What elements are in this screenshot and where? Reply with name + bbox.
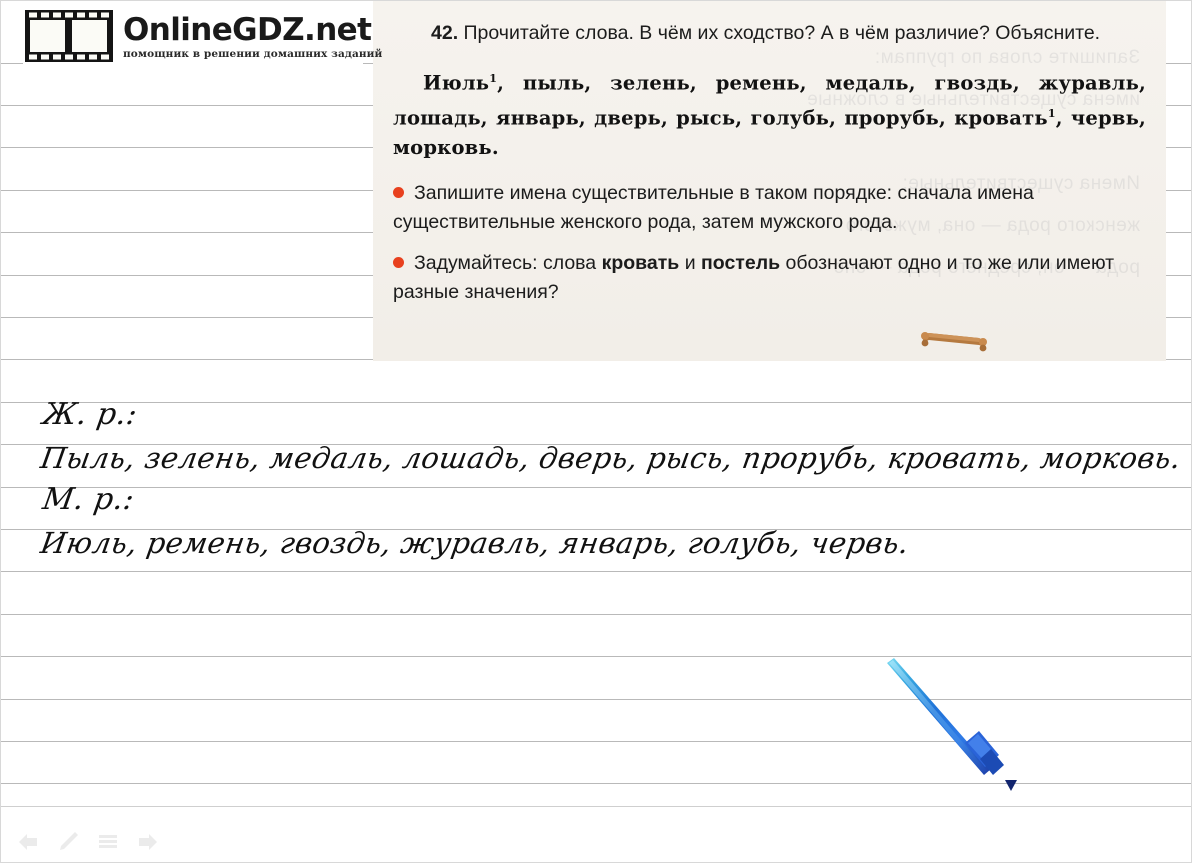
- bottom-toolbar[interactable]: [15, 827, 161, 857]
- rule-line: [1, 402, 1191, 403]
- exercise-task-bullet-1: Запишите имена существительные в таком п…: [393, 179, 1146, 237]
- prev-arrow-icon[interactable]: [15, 829, 41, 855]
- exercise-prompt-paragraph: 42. Прочитайте слова. В чём их сходство?…: [393, 19, 1146, 48]
- task-2-bold-word-1: кровать: [601, 252, 680, 274]
- answer-masculine-words: Июль, ремень, гвоздь, журавль, январь, г…: [38, 526, 912, 560]
- exercise-task-bullet-2: Задумайтесь: слова кровать и постель обо…: [393, 249, 1146, 307]
- rule-line: [1, 487, 1191, 488]
- logo-text-block: OnlineGDZ.net помощник в решении домашни…: [123, 13, 382, 60]
- task-2-text-before: Задумайтесь: слова: [414, 252, 602, 274]
- red-dot-bullet-icon: [393, 187, 404, 198]
- pencil-icon[interactable]: [55, 829, 81, 855]
- rule-line: [1, 656, 1191, 657]
- wooden-bed-illustration: [921, 332, 987, 352]
- rule-line: [1, 783, 1191, 784]
- next-arrow-icon[interactable]: [135, 829, 161, 855]
- exercise-word-list: Июль1, пыль, зелень, ремень, медаль, гво…: [393, 71, 1146, 160]
- rule-line: [1, 529, 1191, 530]
- rule-line: [1, 699, 1191, 700]
- film-strip-icon: [25, 10, 113, 62]
- page-caret-marker: [1005, 780, 1017, 791]
- rule-line: [1, 444, 1191, 445]
- rule-line: [1, 614, 1191, 615]
- excerpt-content: 42. Прочитайте слова. В чём их сходство?…: [393, 19, 1146, 307]
- task-2-bold-word-2: постель: [701, 252, 781, 274]
- answer-feminine-words: Пыль, зелень, медаль, лошадь, дверь, рыс…: [38, 441, 1184, 475]
- logo-subtitle: помощник в решении домашних заданий: [123, 47, 383, 60]
- task-2-text-middle: и: [679, 252, 702, 274]
- task-2-text: Задумайтесь: слова кровать и постель обо…: [393, 252, 1114, 303]
- textbook-excerpt-image: Запишите слова по группам: имена существ…: [373, 1, 1166, 361]
- notebook-page: OnlineGDZ.net помощник в решении домашни…: [0, 0, 1192, 863]
- exercise-number: 42.: [431, 22, 459, 44]
- site-logo[interactable]: OnlineGDZ.net помощник в решении домашни…: [23, 5, 382, 67]
- blue-stylus-pen: [887, 658, 1004, 775]
- rule-line: [1, 741, 1191, 742]
- footer-divider: [1, 806, 1191, 807]
- red-dot-bullet-icon: [393, 257, 404, 268]
- answer-masculine-label: М. р.:: [40, 482, 137, 517]
- list-lines-icon[interactable]: [95, 829, 121, 855]
- answer-feminine-label: Ж. р.:: [40, 397, 140, 432]
- task-1-text: Запишите имена существительные в таком п…: [393, 182, 1034, 233]
- rule-line: [1, 571, 1191, 572]
- exercise-prompt-text: Прочитайте слова. В чём их сходство? А в…: [463, 22, 1101, 44]
- logo-title: OnlineGDZ.net: [123, 11, 372, 48]
